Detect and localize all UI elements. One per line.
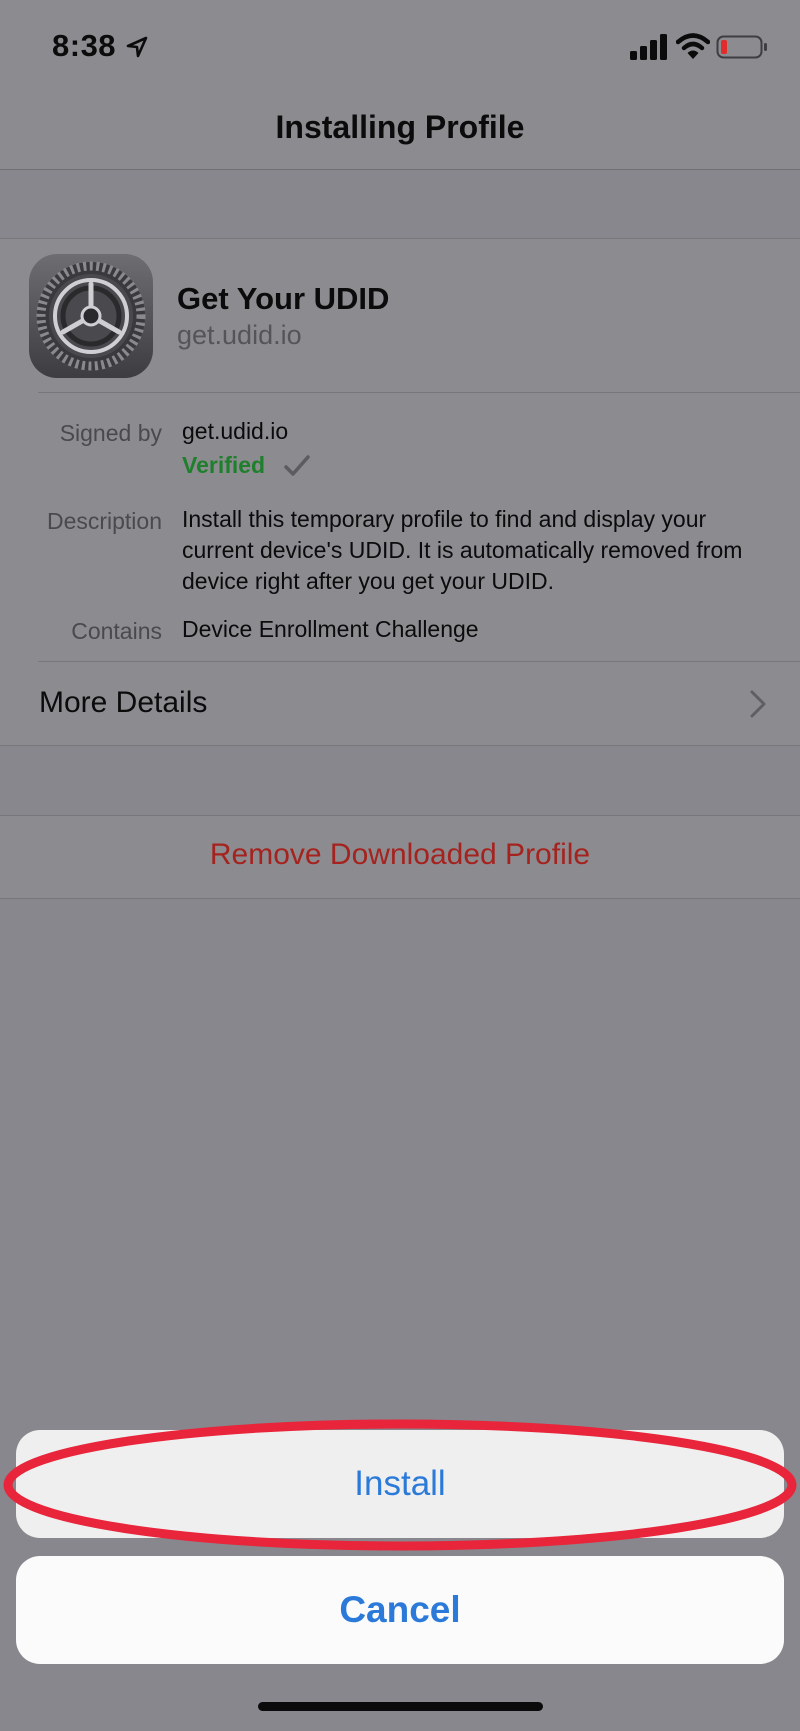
page-title: Installing Profile [275,109,525,145]
cancel-label: Cancel [339,1589,461,1630]
battery-low-icon [716,35,767,59]
chevron-right-icon [750,690,766,718]
verified-status: Verified [182,452,311,479]
install-label: Install [354,1464,446,1503]
verified-label: Verified [182,452,266,478]
more-details-label: More Details [39,686,208,719]
more-details-row[interactable]: More Details [0,662,800,746]
signed-by-label: Signed by [59,420,162,446]
remove-profile-button[interactable]: Remove Downloaded Profile [0,815,800,899]
navigation-bar: Installing Profile [0,96,800,170]
profile-card: Get Your UDID get.udid.io Signed by get.… [0,238,800,746]
remove-profile-label: Remove Downloaded Profile [209,838,591,871]
checkmark-icon [284,454,310,476]
location-arrow-icon [126,36,148,58]
settings-gear-icon [29,254,153,378]
description-value: Install this temporary profile to find a… [182,506,743,594]
cancel-button[interactable]: Cancel [16,1556,784,1664]
status-time: 8:38 [52,28,117,63]
profile-domain: get.udid.io [177,320,302,350]
divider [38,392,800,393]
profile-name: Get Your UDID [177,281,390,316]
wifi-icon [676,33,710,59]
signed-by-value: get.udid.io [182,418,289,444]
contains-label: Contains [71,618,162,644]
install-button[interactable]: Install [16,1430,784,1538]
cellular-signal-icon [630,34,667,60]
home-indicator[interactable] [258,1702,543,1711]
description-label: Description [46,508,162,534]
status-bar: 8:38 [0,0,800,96]
contains-value: Device Enrollment Challenge [182,616,479,642]
